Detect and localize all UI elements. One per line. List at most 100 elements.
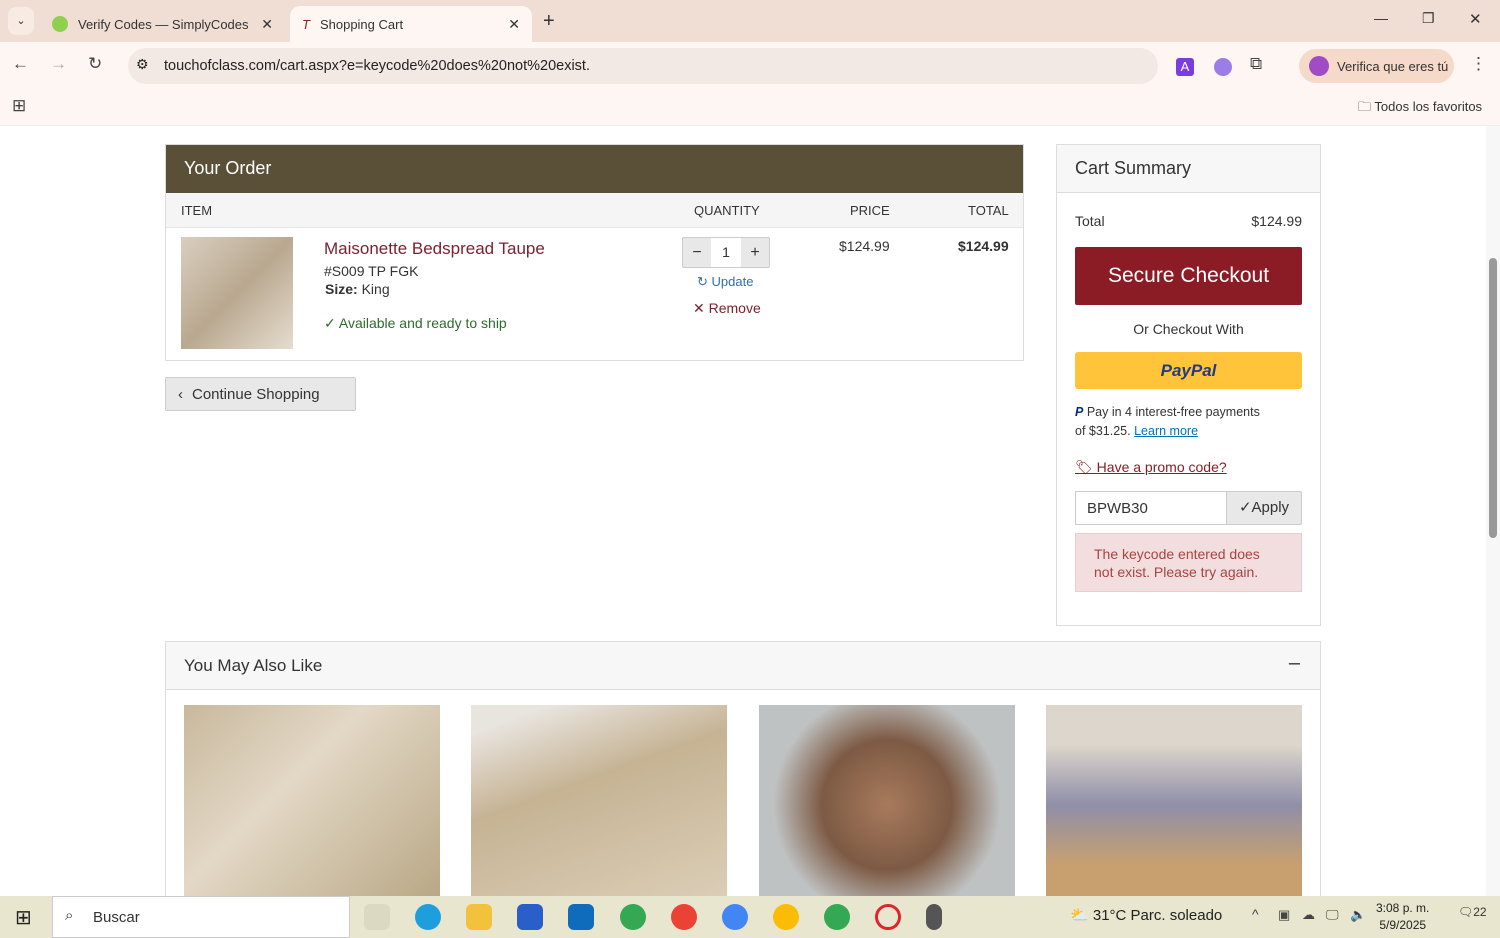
outlook-icon[interactable] — [568, 904, 594, 930]
error-alert: The keycode entered does not exist. Plea… — [1075, 533, 1302, 592]
apply-label: Apply — [1251, 499, 1290, 516]
tab-bar: ⌄ Verify Codes — SimplyCodes ✕ T Shoppin… — [0, 0, 1500, 42]
paypal-button[interactable]: PayPal — [1075, 352, 1302, 389]
chrome-icon[interactable] — [620, 904, 646, 930]
tab-search-button[interactable]: ⌄ — [8, 7, 34, 35]
menu-icon[interactable]: ⋮ — [1470, 54, 1487, 74]
promo-link-label: Have a promo code? — [1096, 459, 1227, 475]
tab-verify-codes[interactable]: Verify Codes — SimplyCodes ✕ — [40, 6, 285, 42]
total-label: Total — [1075, 213, 1105, 229]
mouse-app-icon[interactable] — [926, 904, 942, 930]
windows-start-icon[interactable]: ⊞ — [15, 905, 32, 930]
taskbar-search[interactable]: ⌕ Buscar — [52, 896, 350, 938]
product-card-elephant[interactable] — [759, 705, 1015, 896]
tab-shopping-cart[interactable]: T Shopping Cart ✕ — [290, 6, 532, 42]
search-placeholder: Buscar — [93, 909, 140, 926]
remove-label: Remove — [708, 300, 761, 316]
extension-a-icon[interactable]: A — [1176, 58, 1194, 76]
touchofclass-icon: T — [302, 16, 310, 32]
also-title: You May Also Like — [184, 656, 323, 675]
paypal-icon: P — [1075, 405, 1084, 419]
promo-code-link[interactable]: 🏷 Have a promo code? — [1075, 459, 1227, 476]
product-card-pillow-1[interactable] — [184, 705, 440, 896]
store-icon[interactable] — [517, 904, 543, 930]
address-bar[interactable]: ⚙ touchofclass.com/cart.aspx?e=keycode%2… — [128, 48, 1158, 84]
weather-icon: ⛅ — [1070, 907, 1093, 924]
taskbar: ⊞ ⌕ Buscar ⛅ 31°C Parc. soleado ^ ▣ ☁ 🖵 🔈… — [0, 896, 1500, 938]
back-icon[interactable]: ← — [12, 54, 29, 74]
or-checkout-with: Or Checkout With — [1133, 321, 1244, 337]
profile-label: Verifica que eres tú — [1337, 58, 1449, 74]
file-explorer-icon[interactable] — [466, 904, 492, 930]
close-tab-icon[interactable]: ✕ — [508, 16, 520, 33]
increase-button[interactable]: + — [741, 238, 769, 267]
product-name-link[interactable]: Maisonette Bedspread Taupe — [324, 239, 545, 259]
total-value: $124.99 — [1251, 213, 1302, 229]
col-quantity: QUANTITY — [694, 203, 760, 218]
product-size: Size: King — [325, 281, 390, 297]
maximize-button[interactable]: ❐ — [1422, 10, 1435, 27]
notifications-icon[interactable]: 🗨22 — [1458, 905, 1487, 919]
url-text: touchofclass.com/cart.aspx?e=keycode%20d… — [164, 58, 590, 74]
update-link[interactable]: ↻ Update — [697, 274, 753, 290]
promo-code-input[interactable]: BPWB30 — [1075, 491, 1227, 525]
opera-icon[interactable] — [875, 904, 901, 930]
meet-icon[interactable]: ▣ — [1278, 907, 1290, 923]
scrollbar-thumb[interactable] — [1489, 258, 1497, 538]
search-icon: ⌕ — [65, 907, 74, 924]
chrome-icon[interactable] — [824, 904, 850, 930]
chrome-icon[interactable] — [773, 904, 799, 930]
extensions-puzzle-icon[interactable]: ⧉ — [1250, 54, 1262, 74]
close-tab-icon[interactable]: ✕ — [261, 16, 273, 33]
tag-icon: 🏷 — [1075, 459, 1093, 475]
scrollbar[interactable] — [1486, 126, 1500, 896]
chevron-up-icon[interactable]: ^ — [1252, 906, 1259, 922]
product-card-quilt[interactable] — [1046, 705, 1302, 896]
weather-widget[interactable]: ⛅ 31°C Parc. soleado — [1070, 906, 1222, 924]
task-view-icon[interactable] — [364, 904, 390, 930]
chrome-icon[interactable] — [671, 904, 697, 930]
decrease-button[interactable]: − — [683, 238, 711, 267]
profile-button[interactable]: Verifica que eres tú — [1299, 49, 1454, 83]
secure-checkout-button[interactable]: Secure Checkout — [1075, 247, 1302, 305]
update-label: Update — [711, 274, 754, 289]
time: 3:08 p. m. — [1376, 901, 1430, 915]
apps-grid-icon[interactable]: ⊞ — [12, 96, 26, 116]
apply-button[interactable]: ✓Apply — [1226, 491, 1302, 525]
size-label: Size: — [325, 281, 358, 297]
weather-text: 31°C Parc. soleado — [1092, 907, 1223, 924]
remove-link[interactable]: ✕ Remove — [693, 300, 761, 317]
paylater-line2: of $31.25. — [1075, 424, 1131, 438]
summary-title: Cart Summary — [1057, 145, 1320, 193]
continue-label: Continue Shopping — [192, 386, 320, 403]
avatar — [1309, 56, 1329, 76]
close-window-button[interactable]: ✕ — [1469, 10, 1482, 28]
bookmarks-label: Todos los favoritos — [1374, 99, 1483, 114]
forward-icon[interactable]: → — [50, 54, 67, 74]
product-card-pillow-2[interactable] — [471, 705, 727, 896]
volume-icon[interactable]: 🔈 — [1350, 907, 1366, 923]
minimize-button[interactable]: — — [1374, 10, 1388, 26]
notification-count: 22 — [1473, 905, 1487, 919]
reload-icon[interactable]: ↻ — [88, 54, 102, 74]
you-may-also-like: You May Also Like – — [165, 641, 1321, 896]
quantity-input[interactable]: 1 — [711, 238, 741, 267]
continue-shopping-button[interactable]: ‹ Continue Shopping — [165, 377, 356, 411]
new-tab-button[interactable]: + — [543, 10, 555, 33]
all-bookmarks-button[interactable]: 🗀 Todos los favoritos — [1358, 98, 1482, 120]
close-icon: ✕ — [693, 300, 709, 316]
site-info-icon[interactable]: ⚙ — [136, 56, 149, 73]
chrome-icon[interactable] — [722, 904, 748, 930]
onedrive-icon[interactable]: ☁ — [1302, 907, 1315, 923]
product-sku: #S009 TP FGK — [324, 263, 419, 279]
also-title-bar: You May Also Like – — [166, 642, 1320, 690]
page-content: Your Order ITEM QUANTITY PRICE TOTAL Mai… — [0, 126, 1486, 896]
collapse-button[interactable]: – — [1289, 652, 1300, 675]
product-image[interactable] — [181, 237, 293, 349]
availability-text: Available and ready to ship — [338, 315, 507, 331]
edge-icon[interactable] — [415, 904, 441, 930]
extension-icon[interactable] — [1214, 58, 1232, 76]
clock[interactable]: 3:08 p. m. 5/9/2025 — [1376, 900, 1429, 934]
network-icon[interactable]: 🖵 — [1326, 907, 1339, 923]
learn-more-link[interactable]: Learn more — [1134, 424, 1198, 438]
